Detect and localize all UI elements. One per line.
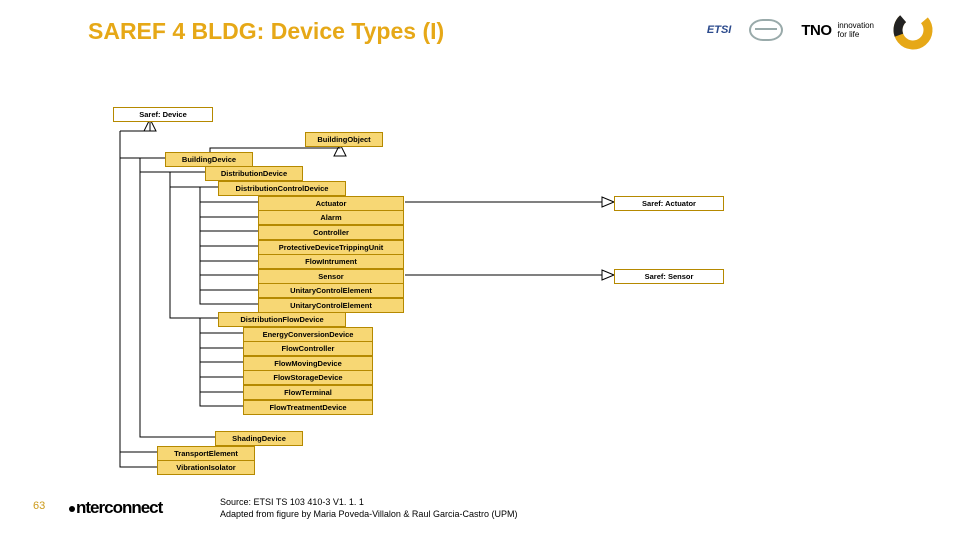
node-unitary2: UnitaryControlElement xyxy=(258,298,404,313)
node-building-device: BuildingDevice xyxy=(165,152,253,167)
source-citation: Source: ETSI TS 103 410-3 V1. 1. 1 Adapt… xyxy=(220,496,517,520)
tno-logo: TNO innovationfor life xyxy=(801,21,874,39)
slide-title: SAREF 4 BLDG: Device Types (I) xyxy=(88,18,444,45)
globe-icon xyxy=(749,19,783,41)
node-flow-moving: FlowMovingDevice xyxy=(243,356,373,371)
node-shading: ShadingDevice xyxy=(215,431,303,446)
page-number: 63 xyxy=(33,500,45,512)
node-saref-device: Saref: Device xyxy=(113,107,213,122)
node-dist-flow-device: DistributionFlowDevice xyxy=(218,312,346,327)
node-distribution-device: DistributionDevice xyxy=(205,166,303,181)
node-vibration: VibrationIsolator xyxy=(157,460,255,475)
ring-icon xyxy=(892,9,934,51)
node-building-object: BuildingObject xyxy=(305,132,383,147)
node-saref-sensor: Saref: Sensor xyxy=(614,269,724,284)
node-controller: Controller xyxy=(258,225,404,240)
node-unitary: UnitaryControlElement xyxy=(258,283,404,298)
node-flow-treatment: FlowTreatmentDevice xyxy=(243,400,373,415)
node-energy-conv: EnergyConversionDevice xyxy=(243,327,373,342)
node-dist-control-device: DistributionControlDevice xyxy=(218,181,346,196)
node-flow-terminal: FlowTerminal xyxy=(243,385,373,400)
node-sensor: Sensor xyxy=(258,269,404,284)
interconnect-logo: nterconnect xyxy=(68,498,162,518)
connector-lines xyxy=(0,0,960,540)
node-protective: ProtectiveDeviceTrippingUnit xyxy=(258,240,404,255)
node-saref-actuator: Saref: Actuator xyxy=(614,196,724,211)
node-flowinstrument: FlowIntrument xyxy=(258,254,404,269)
logo-strip: ETSI TNO innovationfor life xyxy=(707,10,934,50)
node-actuator: Actuator xyxy=(258,196,404,211)
node-flow-storage: FlowStorageDevice xyxy=(243,370,373,385)
node-alarm: Alarm xyxy=(258,210,404,225)
etsi-logo: ETSI xyxy=(707,24,731,36)
node-flow-controller: FlowController xyxy=(243,341,373,356)
node-transport: TransportElement xyxy=(157,446,255,461)
